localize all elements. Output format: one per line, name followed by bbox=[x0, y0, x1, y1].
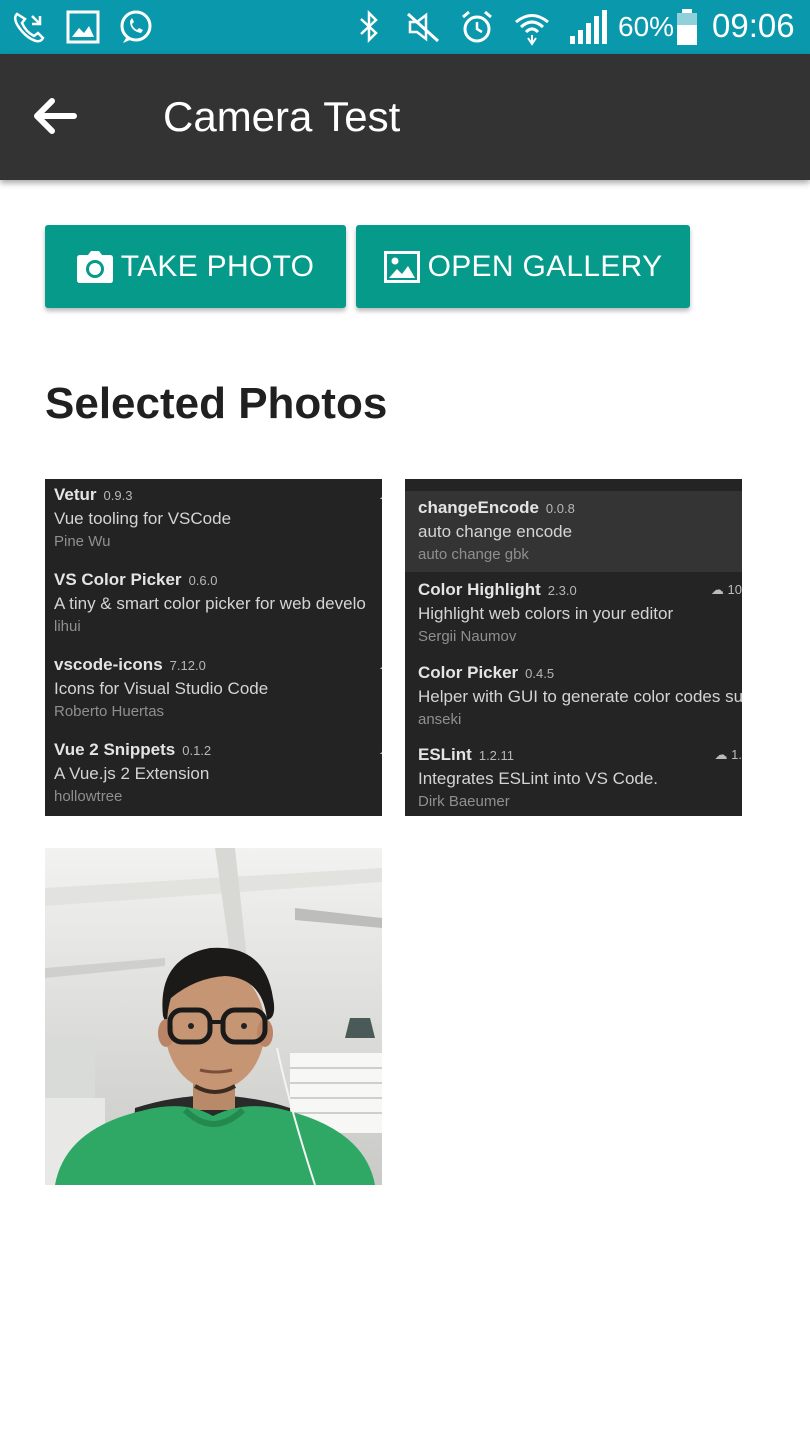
photo-thumbnail[interactable] bbox=[45, 848, 382, 1185]
list-item: Vetur 0.9.3 Vue tooling for VSCode Pine W… bbox=[54, 485, 382, 550]
cloud-download-icon: ☁ bbox=[379, 742, 382, 758]
extension-author: auto change gbk bbox=[418, 546, 529, 563]
app-title: Camera Test bbox=[163, 93, 401, 140]
section-title: Selected Photos bbox=[45, 379, 388, 428]
battery-percent: 60% bbox=[618, 11, 675, 42]
extension-description: Vue tooling for VSCode bbox=[54, 509, 232, 528]
clock: 09:06 bbox=[712, 7, 795, 44]
cloud-download-icon: ☁ bbox=[379, 657, 382, 673]
extension-description: A tiny & smart color picker for web deve… bbox=[54, 594, 366, 613]
extension-version: 2.3.0 bbox=[547, 583, 577, 598]
list-item: Color Highlight 2.3.0 Highlight web color… bbox=[418, 580, 742, 645]
list-item: Color Picker 0.4.5 Helper with GUI to gen… bbox=[418, 663, 742, 728]
extension-name: Vue 2 Snippets bbox=[54, 740, 176, 759]
mute-icon bbox=[406, 12, 440, 43]
list-item: VS Color Picker 0.6.0 A tiny & smart colo… bbox=[54, 570, 382, 635]
extension-name: VS Color Picker bbox=[54, 570, 182, 589]
extension-name: Vetur bbox=[54, 485, 97, 504]
extension-version: 0.4.5 bbox=[525, 666, 555, 681]
extension-author: Roberto Huertas bbox=[54, 703, 165, 720]
extension-version: 0.6.0 bbox=[188, 573, 218, 588]
extension-version: 0.9.3 bbox=[103, 488, 133, 503]
extension-version: 0.0.8 bbox=[545, 501, 575, 516]
list-item: ESLint 1.2.11 Integrates ESLint into VS C… bbox=[418, 745, 742, 810]
list-item: Vue 2 Snippets 0.1.2 A Vue.js 2 Extension… bbox=[54, 740, 382, 805]
cloud-download-icon: ☁ 10 bbox=[710, 582, 742, 597]
selfie-photo bbox=[45, 848, 382, 1185]
download-count: 10 bbox=[727, 582, 742, 597]
download-count: 1. bbox=[731, 747, 742, 762]
extension-author: Dirk Baeumer bbox=[418, 793, 510, 810]
cloud-download-icon: ☁ bbox=[379, 487, 382, 503]
extension-version: 0.1.2 bbox=[182, 743, 212, 758]
extension-description: Highlight web colors in your editor bbox=[418, 604, 674, 623]
open-gallery-label: OPEN GALLERY bbox=[427, 249, 663, 283]
photo-thumbnail[interactable]: changeEncode 0.0.8 auto change encode aut… bbox=[405, 479, 742, 816]
extension-name: Color Picker bbox=[418, 663, 519, 682]
wifi-icon bbox=[515, 14, 549, 46]
gallery-icon bbox=[66, 10, 100, 44]
bluetooth-icon bbox=[360, 9, 378, 44]
extension-author: lihui bbox=[54, 618, 81, 635]
extension-name: ESLint bbox=[418, 745, 472, 764]
take-photo-button[interactable]: TAKE PHOTO bbox=[45, 225, 346, 308]
extension-name: vscode-icons bbox=[54, 655, 163, 674]
extension-author: Pine Wu bbox=[54, 533, 111, 550]
status-bar: 60% 09:06 bbox=[0, 0, 810, 54]
extension-description: A Vue.js 2 Extension bbox=[54, 764, 210, 783]
alarm-icon bbox=[462, 10, 492, 43]
extension-name: Color Highlight bbox=[418, 580, 541, 599]
list-item: changeEncode 0.0.8 auto change encode aut… bbox=[418, 498, 742, 563]
camera-icon bbox=[76, 250, 113, 283]
extension-description: auto change encode bbox=[418, 522, 573, 541]
extension-name: changeEncode bbox=[418, 498, 539, 517]
extension-author: Sergii Naumov bbox=[418, 628, 517, 645]
extension-author: hollowtree bbox=[54, 788, 123, 805]
extension-version: 7.12.0 bbox=[169, 658, 206, 673]
signal-icon bbox=[570, 10, 607, 44]
battery-icon bbox=[677, 9, 697, 45]
missed-call-icon bbox=[14, 12, 45, 43]
whatsapp-icon bbox=[120, 10, 152, 43]
extension-description: Integrates ESLint into VS Code. bbox=[418, 769, 659, 788]
extension-author: anseki bbox=[418, 711, 462, 728]
cloud-download-icon: ☁ 1. bbox=[714, 747, 742, 762]
app-bar: Camera Test bbox=[0, 54, 810, 180]
extension-description: Helper with GUI to generate color codes … bbox=[418, 687, 742, 706]
list-item: vscode-icons 7.12.0 Icons for Visual Stud… bbox=[54, 655, 382, 720]
extension-description: Icons for Visual Studio Code bbox=[54, 679, 269, 698]
photo-thumbnail[interactable]: Vetur 0.9.3 Vue tooling for VSCode Pine W… bbox=[45, 479, 382, 816]
arrow-left-icon[interactable] bbox=[28, 92, 84, 142]
image-icon bbox=[383, 250, 420, 283]
open-gallery-button[interactable]: OPEN GALLERY bbox=[356, 225, 690, 308]
extension-version: 1.2.11 bbox=[478, 748, 515, 763]
take-photo-label: TAKE PHOTO bbox=[120, 249, 315, 283]
